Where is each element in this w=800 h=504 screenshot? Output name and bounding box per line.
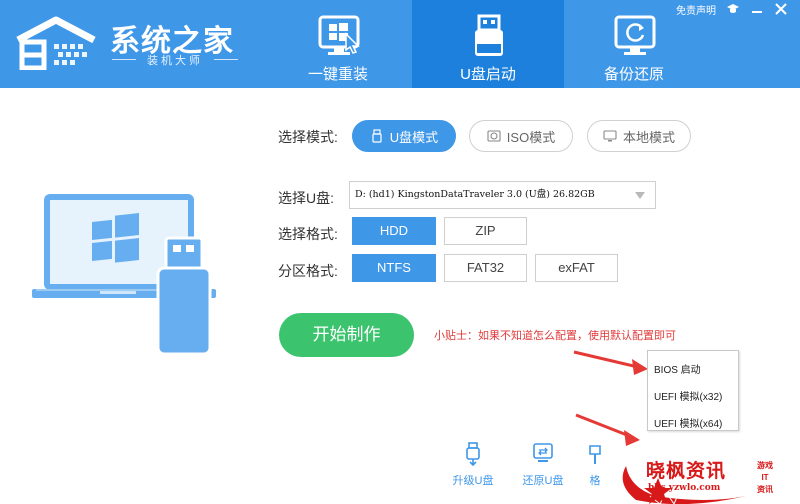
disclaimer-link[interactable]: 免责声明 — [676, 2, 716, 17]
usb-mode-button[interactable]: U盘模式 — [352, 120, 456, 152]
format-zip-button[interactable]: ZIP — [444, 217, 527, 245]
header-bar: 系统之家 装机大师 一键重装 U盘启动 备份还原 免责声明 — [0, 0, 800, 88]
tab-label: U盘启动 — [460, 66, 516, 83]
watermark-side-text: 资讯 — [757, 485, 773, 494]
iso-mode-button[interactable]: ISO模式 — [469, 120, 573, 152]
mode-label-text: 本地模式 — [622, 129, 675, 145]
menu-item-uefi-x32[interactable]: UEFI 模拟(x32) — [654, 388, 722, 403]
partition-exfat-button[interactable]: exFAT — [535, 254, 618, 282]
watermark-title: 晓枫资讯 — [646, 460, 727, 482]
menu-item-bios-boot[interactable]: BIOS 启动 — [654, 361, 701, 376]
usb-drive-icon — [475, 14, 503, 56]
start-button[interactable]: 开始制作 — [279, 313, 414, 357]
usb-restore-icon — [533, 443, 553, 462]
usb-icon — [372, 129, 382, 143]
disk-label: 选择U盘: — [278, 190, 334, 206]
restore-usb-button[interactable]: 还原U盘 — [513, 442, 573, 492]
app-subtitle: 装机大师 — [112, 52, 238, 68]
watermark: 晓枫资讯 bbs.yzwlo.com 游戏 IT 资讯 — [596, 426, 800, 504]
usb-disk-select[interactable]: D: (hd1) KingstonDataTraveler 3.0 (U盘) 2… — [349, 181, 656, 209]
tool-label: 还原U盘 — [522, 475, 564, 487]
local-mode-button[interactable]: 本地模式 — [587, 120, 691, 152]
monitor-icon — [603, 130, 617, 142]
mode-label-text: ISO模式 — [506, 129, 556, 145]
mode-label: 选择模式: — [278, 129, 338, 145]
close-icon[interactable] — [774, 2, 788, 16]
minimize-icon[interactable] — [750, 2, 764, 16]
watermark-side-text: IT — [761, 473, 769, 482]
title-bar-controls: 免责声明 — [676, 2, 788, 17]
laptop-usb-illustration — [32, 194, 216, 356]
usb-upgrade-icon — [466, 442, 480, 466]
tab-usb-boot[interactable]: U盘启动 — [412, 0, 564, 88]
format-label: 选择格式: — [278, 226, 338, 242]
boot-mode-menu: BIOS 启动 UEFI 模拟(x32) UEFI 模拟(x64) — [647, 350, 739, 431]
mode-label-text: U盘模式 — [389, 129, 439, 145]
partition-ntfs-button[interactable]: NTFS — [352, 254, 436, 282]
watermark-side-text: 游戏 — [757, 461, 773, 470]
upgrade-usb-button[interactable]: 升级U盘 — [443, 442, 503, 492]
tab-label: 一键重装 — [307, 66, 368, 83]
partition-label: 分区格式: — [278, 263, 338, 279]
chevron-down-icon[interactable] — [634, 190, 646, 200]
windows-cursor-icon — [318, 15, 360, 55]
watermark-url: bbs.yzwlo.com — [648, 483, 721, 493]
disc-icon — [487, 130, 501, 142]
graduation-cap-icon[interactable] — [726, 2, 740, 16]
partition-fat32-button[interactable]: FAT32 — [444, 254, 527, 282]
app-logo-icon — [16, 16, 96, 70]
tab-label: 备份还原 — [603, 66, 664, 83]
tab-one-click-reinstall[interactable]: 一键重装 — [262, 0, 414, 88]
tool-label: 升级U盘 — [452, 475, 494, 487]
backup-restore-icon — [614, 15, 656, 55]
format-hdd-button[interactable]: HDD — [352, 217, 436, 245]
